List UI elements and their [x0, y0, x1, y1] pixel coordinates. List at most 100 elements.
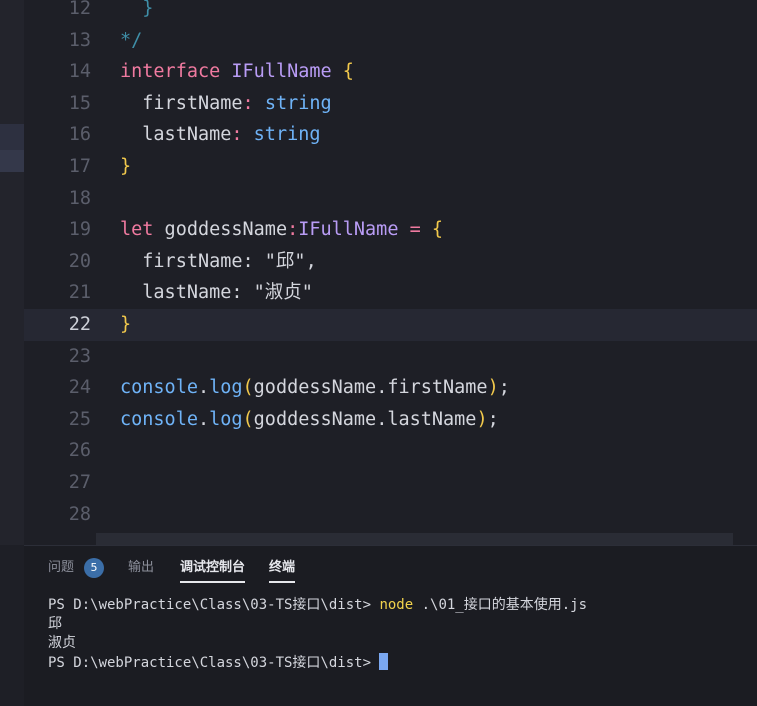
line-number: 27 — [68, 472, 91, 493]
terminal-line: PS D:\webPractice\Class\03-TS接口\dist> no… — [48, 596, 587, 615]
code-token: : — [242, 92, 254, 114]
line-number: 23 — [68, 345, 91, 367]
code-token: : — [231, 124, 243, 146]
code-line[interactable]: 25 console.log(goddessName.lastName); — [24, 404, 757, 436]
code-token: goddessName.firstName — [253, 377, 488, 399]
line-number: 12 — [68, 0, 91, 19]
code-token: lastName — [120, 124, 232, 146]
code-token: console — [120, 377, 198, 399]
horizontal-scrollbar[interactable] — [96, 533, 733, 545]
code-text: } — [120, 309, 131, 341]
code-line[interactable]: 14 interface IFullName { — [24, 56, 757, 88]
code-text: } — [120, 0, 153, 25]
line-number: 19 — [68, 219, 91, 241]
bottom-panel: 问题 5 输出 调试控制台 终端 PS D:\webPractice\Class… — [24, 545, 757, 706]
code-line[interactable]: 15 firstName: string — [24, 88, 757, 120]
code-token: IFullName — [298, 219, 399, 241]
code-token: let — [120, 219, 154, 241]
code-line[interactable]: 26 — [24, 435, 757, 467]
code-token: = — [409, 219, 421, 241]
code-token: . — [197, 408, 210, 430]
code-token: lastName: "淑贞" — [120, 282, 313, 304]
code-token: ; — [498, 377, 510, 399]
code-text: lastName: "淑贞" — [120, 277, 313, 309]
code-token: interface — [120, 61, 221, 83]
code-text: interface IFullName { — [120, 56, 354, 88]
line-number: 26 — [68, 440, 91, 462]
code-line[interactable]: 19 let goddessName:IFullName = { — [24, 214, 757, 246]
code-token: ( — [242, 408, 254, 430]
code-text: } — [120, 151, 131, 183]
terminal-line: 淑贞 — [48, 635, 76, 651]
code-text: */ — [120, 25, 142, 57]
line-number: 28 — [68, 503, 91, 525]
line-number: 15 — [68, 92, 91, 114]
code-token: ) — [487, 377, 499, 399]
code-token: } — [120, 314, 132, 335]
line-number: 16 — [68, 124, 91, 146]
activity-item[interactable] — [0, 124, 24, 150]
code-line[interactable]: 13 */ — [24, 25, 757, 57]
line-number: 18 — [68, 187, 91, 209]
code-token: firstName — [120, 92, 243, 114]
code-token: ( — [242, 377, 254, 399]
terminal-command: node — [379, 597, 414, 613]
code-token: log — [209, 408, 243, 430]
line-number: 14 — [68, 61, 91, 83]
tab-debug-console[interactable]: 调试控制台 — [180, 559, 246, 583]
activity-bar — [0, 0, 24, 545]
line-number: 22 — [68, 314, 91, 335]
code-token: string — [253, 124, 321, 146]
code-token: } — [120, 156, 132, 177]
panel-tabs: 问题 5 输出 调试控制台 终端 — [24, 546, 757, 590]
code-token: console — [120, 408, 198, 430]
code-line[interactable]: 18 — [24, 183, 757, 215]
terminal-prompt: PS D:\webPractice\Class\03-TS接口\dist> — [48, 597, 380, 613]
code-token: */ — [120, 29, 143, 51]
code-line[interactable]: 22} — [24, 309, 757, 341]
code-token: goddessName — [153, 219, 288, 241]
terminal-command-args: .\01_接口的基本使用.js — [413, 597, 588, 613]
code-token: goddessName.lastName — [253, 408, 477, 430]
line-number: 24 — [68, 377, 91, 399]
activity-item-active[interactable] — [0, 150, 24, 172]
code-token: { — [342, 61, 354, 83]
terminal-line: PS D:\webPractice\Class\03-TS接口\dist> — [48, 653, 587, 673]
code-token: ; — [487, 408, 499, 430]
code-text: lastName: string — [120, 119, 321, 151]
code-line[interactable]: 21 lastName: "淑贞" — [24, 277, 757, 309]
line-number: 25 — [68, 408, 91, 430]
line-number: 13 — [68, 29, 91, 51]
code-line[interactable]: 17} — [24, 151, 757, 183]
code-token: firstName: "邱", — [120, 250, 317, 272]
terminal-line: 邱 — [48, 616, 62, 632]
terminal-prompt: PS D:\webPractice\Class\03-TS接口\dist> — [48, 655, 380, 671]
code-text: firstName: "邱", — [120, 246, 317, 278]
code-token: { — [431, 219, 444, 241]
code-line[interactable]: 28 — [24, 499, 757, 531]
code-line[interactable]: 12 } — [24, 0, 757, 25]
code-line[interactable]: 27 — [24, 467, 757, 499]
line-number: 20 — [68, 250, 91, 272]
code-editor[interactable]: 12 } 13 */14 interface IFullName {15 firstN… — [24, 0, 757, 545]
code-line[interactable]: 23 — [24, 341, 757, 373]
line-number: 21 — [68, 282, 91, 304]
code-line[interactable]: 20 firstName: "邱", — [24, 246, 757, 278]
code-text: let goddessName:IFullName = { — [120, 214, 443, 246]
code-token: ) — [476, 408, 488, 430]
tab-problems[interactable]: 问题 — [48, 559, 74, 577]
code-line[interactable]: 24 console.log(goddessName.firstName); — [24, 372, 757, 404]
tab-output[interactable]: 输出 — [128, 559, 154, 577]
code-token: : — [287, 219, 299, 241]
tab-terminal[interactable]: 终端 — [269, 559, 296, 583]
line-number: 17 — [68, 156, 91, 177]
terminal-output[interactable]: PS D:\webPractice\Class\03-TS接口\dist> no… — [48, 596, 587, 673]
code-line[interactable]: 16 lastName: string — [24, 119, 757, 151]
code-text: firstName: string — [120, 88, 331, 120]
terminal-cursor[interactable] — [379, 653, 389, 670]
